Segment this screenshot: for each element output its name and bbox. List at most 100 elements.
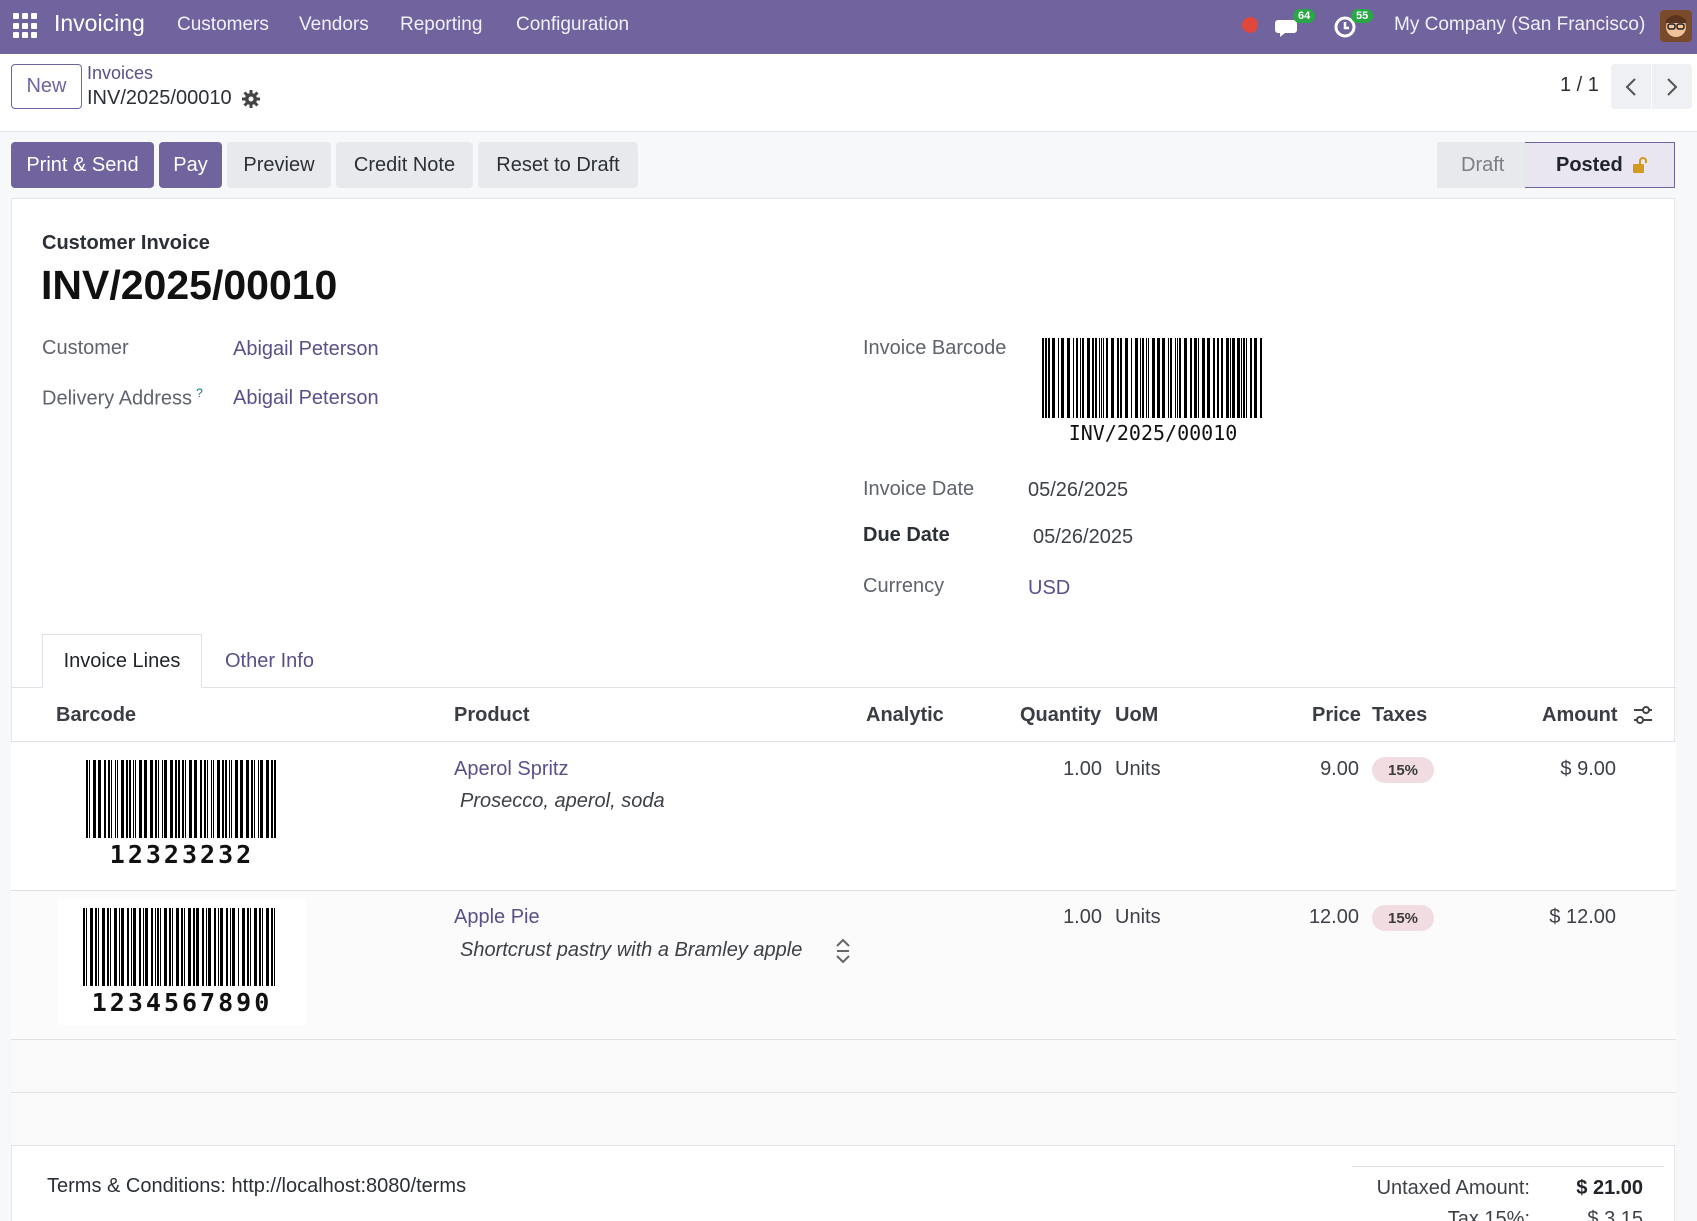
barcode-bar: [1111, 338, 1114, 418]
activities-icon[interactable]: 55: [1332, 9, 1374, 42]
col-header-analytic[interactable]: Analytic: [866, 704, 944, 727]
barcode-bar: [189, 760, 192, 838]
breadcrumb-invoices[interactable]: Invoices: [87, 63, 153, 84]
barcode-bar: [229, 760, 230, 838]
record-indicator-icon[interactable]: [1242, 17, 1258, 33]
barcode-bar: [1061, 338, 1064, 418]
due-date-field[interactable]: 05/26/2025: [1033, 526, 1133, 549]
status-draft[interactable]: Draft: [1437, 142, 1525, 188]
barcode-bar: [1140, 338, 1141, 418]
barcode-bar: [1232, 338, 1235, 418]
tab-invoice-lines[interactable]: Invoice Lines: [42, 634, 202, 688]
menu-configuration[interactable]: Configuration: [516, 14, 629, 36]
row-tax-badge[interactable]: 15%: [1372, 757, 1434, 783]
barcode-bar: [117, 760, 118, 838]
barcode-bar: [222, 760, 224, 838]
chevron-left-icon: [1625, 77, 1636, 96]
barcode-bar: [1073, 338, 1074, 418]
barcode-bar: [188, 908, 191, 986]
tax-amount-value: $ 3.15: [1587, 1208, 1643, 1221]
row-barcode-image: [83, 908, 275, 986]
col-header-amount[interactable]: Amount: [1542, 704, 1618, 727]
barcode-bar: [1131, 338, 1132, 418]
terms-conditions[interactable]: Terms & Conditions: http://localhost:808…: [47, 1175, 466, 1198]
preview-button[interactable]: Preview: [227, 142, 331, 188]
apps-menu-icon[interactable]: [13, 13, 39, 39]
customer-field[interactable]: Abigail Peterson: [233, 338, 379, 361]
row-uom[interactable]: Units: [1115, 906, 1161, 929]
row-barcode-text: 1234567890: [91, 988, 273, 1017]
credit-note-button[interactable]: Credit Note: [336, 142, 473, 188]
barcode-bar: [1190, 338, 1192, 418]
barcode-bar: [151, 908, 153, 986]
pay-button[interactable]: Pay: [159, 142, 222, 188]
barcode-bar: [155, 760, 157, 838]
barcode-bar: [206, 908, 207, 986]
col-header-uom[interactable]: UoM: [1115, 704, 1158, 727]
gear-icon[interactable]: [241, 89, 261, 109]
optional-columns-icon[interactable]: [1632, 704, 1654, 726]
barcode-bar: [259, 908, 261, 986]
menu-customers[interactable]: Customers: [177, 14, 269, 36]
row-quantity[interactable]: 1.00: [1020, 906, 1102, 929]
row-quantity[interactable]: 1.00: [1020, 758, 1102, 781]
pager-previous-button[interactable]: [1611, 64, 1651, 109]
row-uom[interactable]: Units: [1115, 758, 1161, 781]
barcode-bar: [93, 760, 96, 838]
menu-reporting[interactable]: Reporting: [400, 14, 482, 36]
barcode-bar: [107, 908, 109, 986]
barcode-bar: [181, 908, 183, 986]
barcode-bar: [164, 908, 167, 986]
app-name[interactable]: Invoicing: [54, 10, 145, 37]
row-price[interactable]: 12.00: [1260, 906, 1359, 929]
menu-vendors[interactable]: Vendors: [299, 14, 369, 36]
barcode-bar: [238, 908, 239, 986]
col-header-quantity[interactable]: Quantity: [1020, 704, 1101, 727]
barcode-bar: [144, 760, 147, 838]
barcode-bar: [102, 908, 105, 986]
barcode-bar: [1152, 338, 1155, 418]
barcode-bar: [1250, 338, 1252, 418]
resize-handle-icon[interactable]: [835, 937, 851, 965]
tab-other-info[interactable]: Other Info: [225, 650, 314, 673]
col-header-price[interactable]: Price: [1312, 704, 1361, 727]
row-divider: [11, 1145, 1676, 1146]
messages-icon[interactable]: 64: [1274, 9, 1316, 42]
barcode-bar: [1162, 338, 1165, 418]
row-description[interactable]: Prosecco, aperol, soda: [460, 790, 665, 813]
barcode-bar: [240, 760, 243, 838]
pager-next-button[interactable]: [1652, 64, 1692, 109]
row-tax-badge[interactable]: 15%: [1372, 905, 1434, 931]
new-button[interactable]: New: [11, 64, 82, 109]
pager-value[interactable]: 1 / 1: [1560, 74, 1599, 97]
row-description[interactable]: Shortcrust pastry with a Bramley apple: [460, 939, 802, 962]
row-product[interactable]: Aperol Spritz: [454, 758, 569, 781]
delivery-address-field[interactable]: Abigail Peterson: [233, 387, 379, 410]
barcode-bar: [1048, 338, 1050, 418]
activities-badge: 55: [1351, 9, 1374, 23]
help-tooltip-icon[interactable]: ?: [196, 386, 203, 400]
barcode-bar: [1135, 338, 1138, 418]
barcode-bar: [143, 908, 144, 986]
barcode-bar: [114, 908, 117, 986]
barcode-bar: [135, 760, 136, 838]
currency-field[interactable]: USD: [1028, 577, 1070, 600]
empty-row: [11, 1040, 1676, 1092]
row-product[interactable]: Apple Pie: [454, 906, 540, 929]
col-header-barcode[interactable]: Barcode: [56, 704, 136, 727]
status-posted[interactable]: Posted: [1525, 142, 1675, 188]
col-header-taxes[interactable]: Taxes: [1372, 704, 1427, 727]
user-avatar[interactable]: [1660, 10, 1692, 42]
row-price[interactable]: 9.00: [1260, 758, 1359, 781]
print-send-button[interactable]: Print & Send: [11, 142, 154, 188]
company-switcher[interactable]: My Company (San Francisco): [1394, 14, 1645, 36]
invoice-date-field[interactable]: 05/26/2025: [1028, 479, 1128, 502]
barcode-bar: [1101, 338, 1102, 418]
invoice-barcode-text: INV/2025/00010: [1068, 421, 1238, 445]
barcode-bar: [1045, 338, 1047, 418]
barcode-bar: [1177, 338, 1178, 418]
col-header-product[interactable]: Product: [454, 704, 530, 727]
invoice-type-label: Customer Invoice: [42, 232, 210, 254]
reset-to-draft-button[interactable]: Reset to Draft: [478, 142, 638, 188]
barcode-bar: [86, 760, 88, 838]
